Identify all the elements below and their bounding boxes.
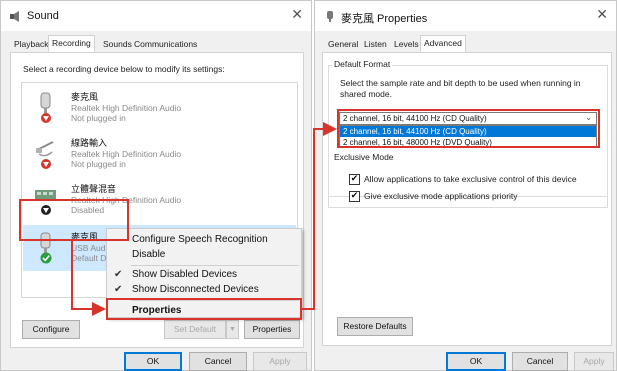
annotation-arrows	[71, 122, 337, 316]
tab-advanced[interactable]: Advanced	[420, 35, 466, 52]
tab-recording[interactable]: Recording	[48, 35, 95, 52]
